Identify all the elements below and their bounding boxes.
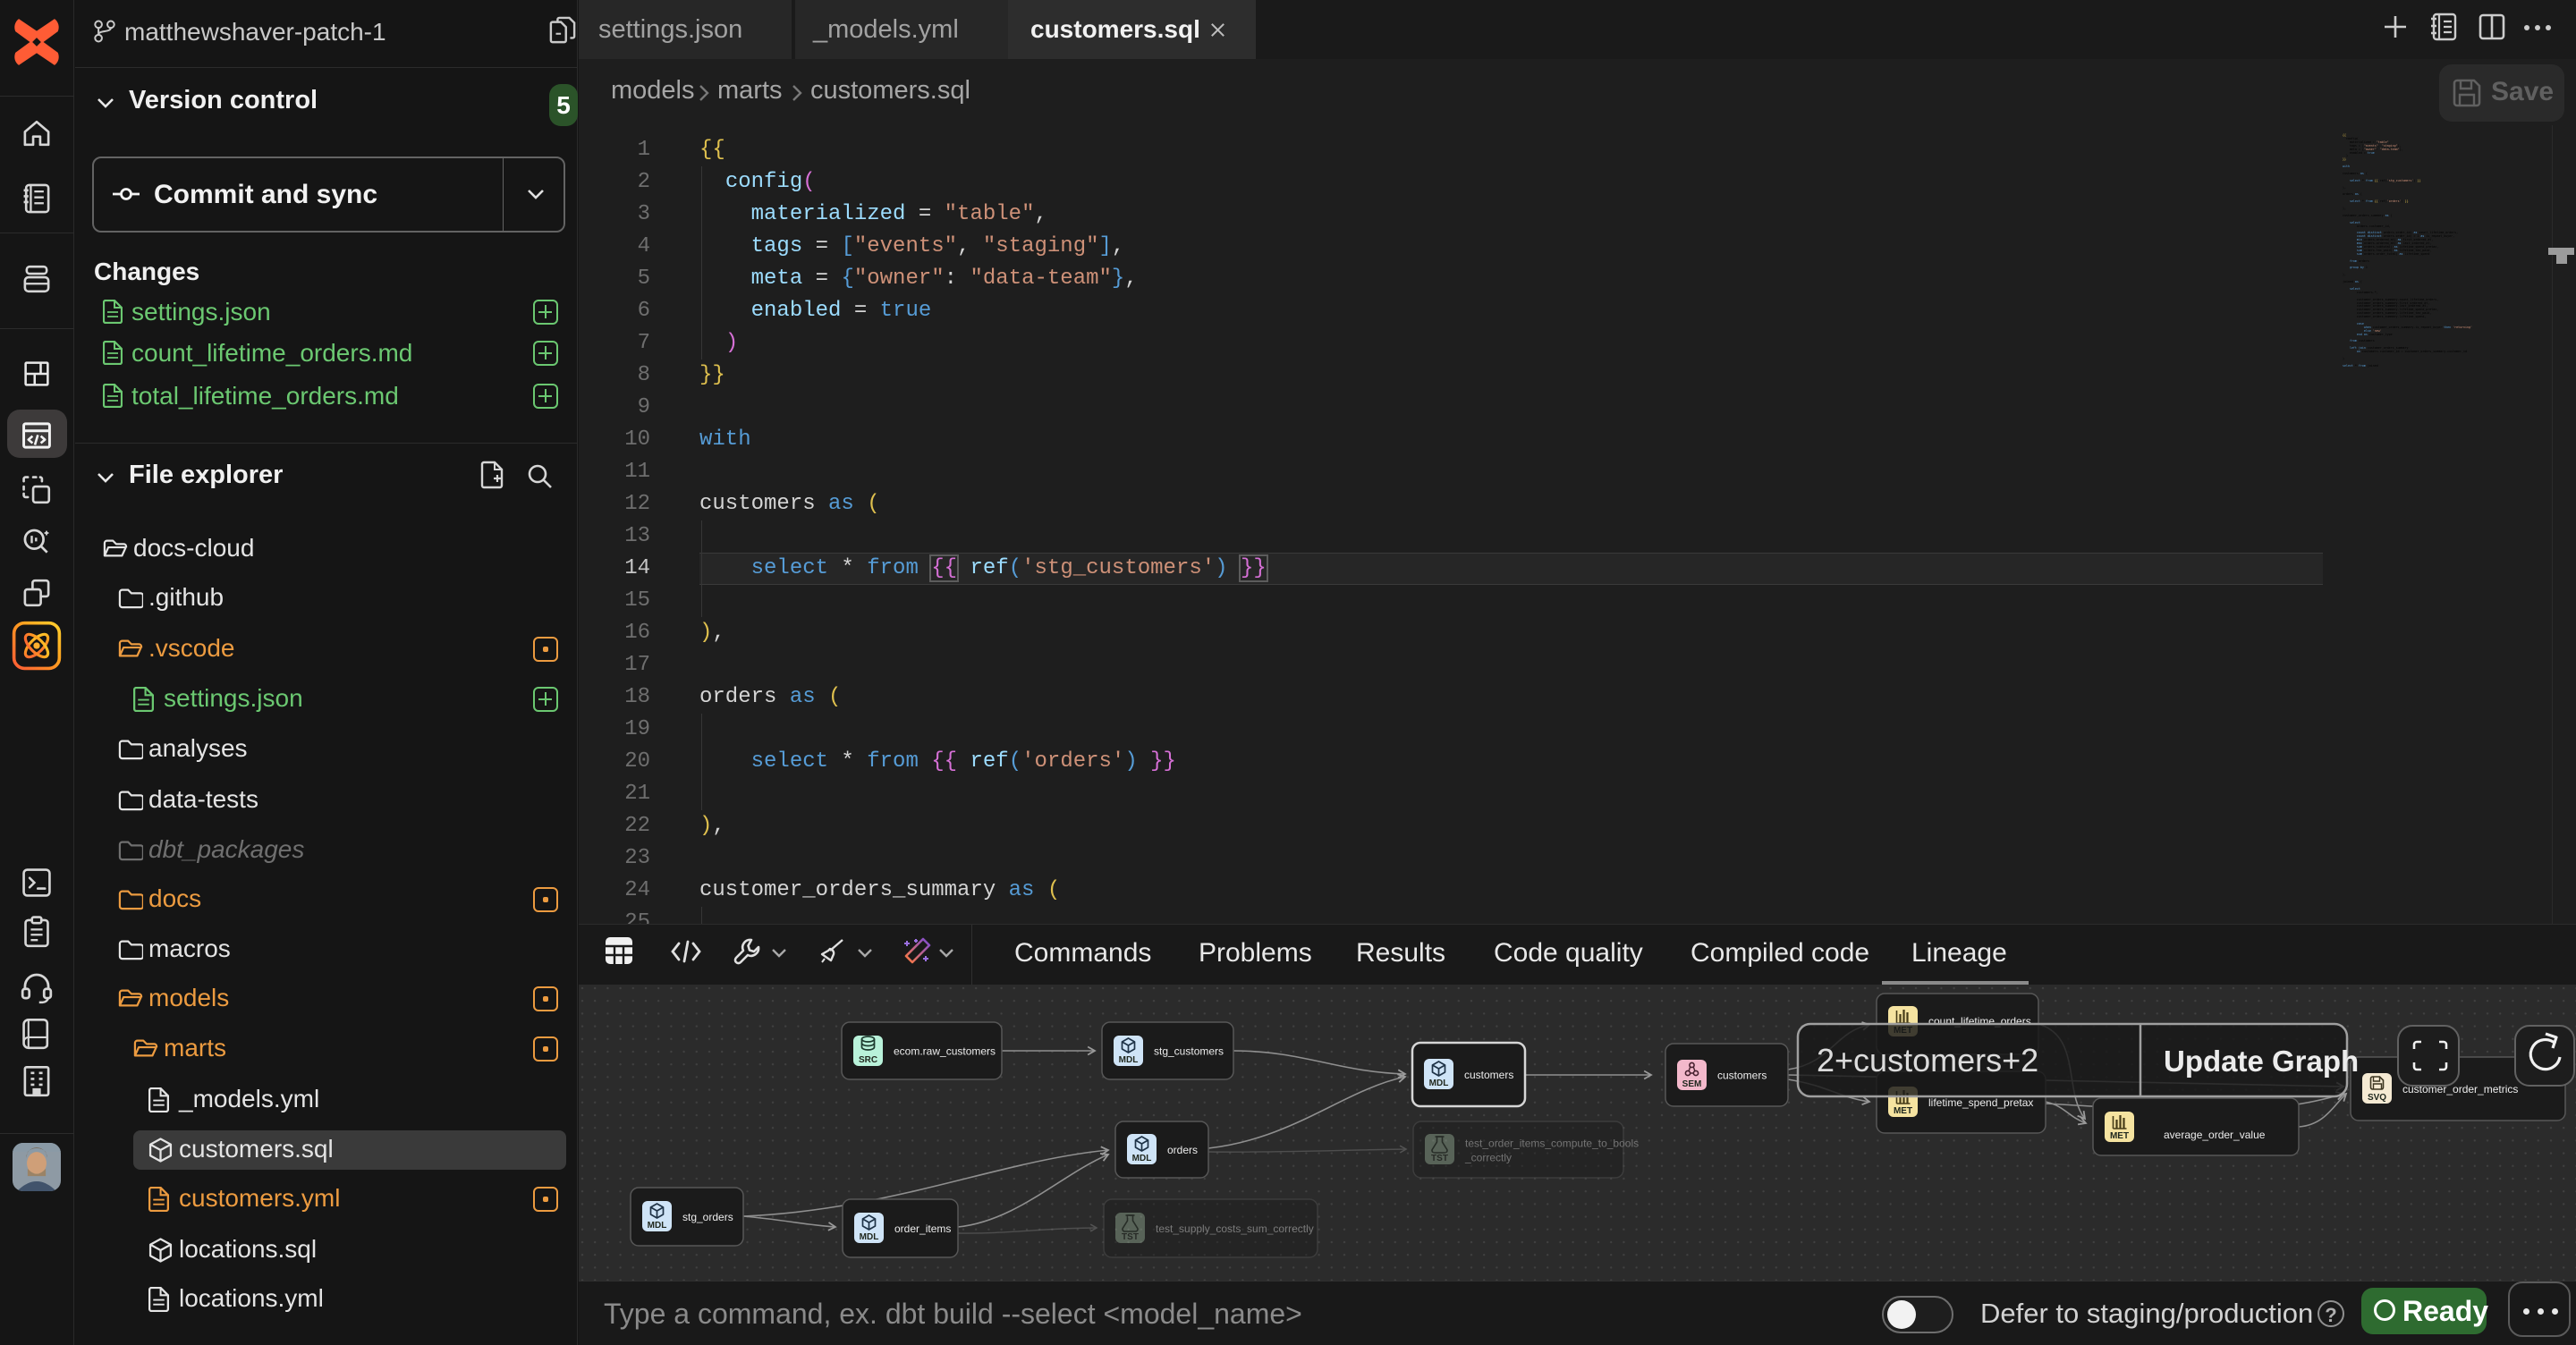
svg-text:average_order_value: average_order_value [2164, 1129, 2266, 1141]
svg-text:test_order_items_compute_to_bo: test_order_items_compute_to_bools [1465, 1138, 1639, 1150]
svg-text:order_items: order_items [894, 1222, 951, 1235]
svg-text:ecom.raw_customers: ecom.raw_customers [894, 1045, 996, 1058]
svg-text:MDL: MDL [1429, 1079, 1449, 1088]
svg-text:SRC: SRC [859, 1055, 877, 1065]
svg-text:stg_customers: stg_customers [1154, 1045, 1224, 1058]
svg-text:SVQ: SVQ [2368, 1093, 2386, 1103]
svg-text:stg_orders: stg_orders [682, 1211, 733, 1223]
svg-text:MDL: MDL [1119, 1055, 1139, 1065]
svg-text:TST: TST [1431, 1154, 1448, 1163]
svg-text:MDL: MDL [648, 1221, 667, 1231]
svg-text:MET: MET [2110, 1131, 2129, 1141]
svg-text:2+customers+2: 2+customers+2 [1817, 1042, 2038, 1079]
svg-text:MDL: MDL [1132, 1154, 1152, 1163]
svg-text:TST: TST [1122, 1232, 1139, 1242]
svg-text:test_supply_costs_sum_correctl: test_supply_costs_sum_correctly [1156, 1222, 1314, 1235]
svg-text:customers: customers [1717, 1070, 1767, 1082]
svg-text:MDL: MDL [860, 1232, 879, 1242]
svg-text:_correctly: _correctly [1464, 1152, 1512, 1164]
svg-text:lifetime_spend_pretax: lifetime_spend_pretax [1928, 1096, 2033, 1109]
svg-text:SEM: SEM [1682, 1079, 1702, 1089]
svg-text:Update Graph: Update Graph [2164, 1045, 2359, 1078]
svg-text:orders: orders [1167, 1144, 1198, 1156]
svg-text:MET: MET [1894, 1106, 1912, 1116]
svg-text:customers: customers [1464, 1069, 1513, 1081]
